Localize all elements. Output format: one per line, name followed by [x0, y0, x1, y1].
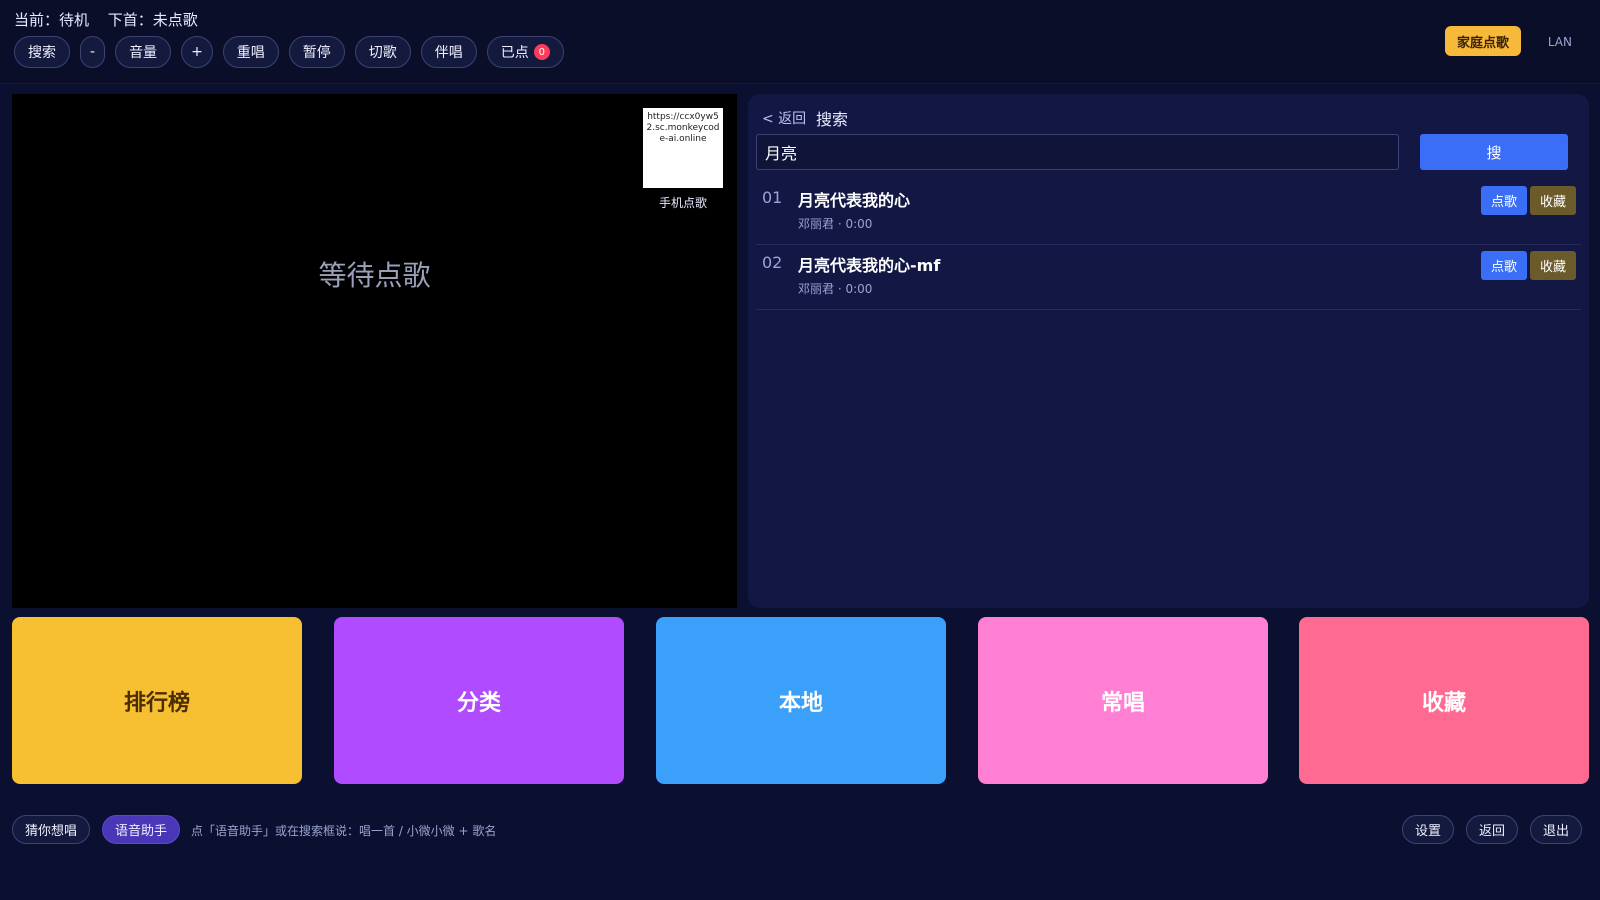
- volume-label[interactable]: 音量: [115, 36, 172, 68]
- panel-title: 搜索: [816, 110, 849, 129]
- queued-button[interactable]: 已点 0: [486, 36, 564, 68]
- skip-button[interactable]: 切歌: [354, 36, 411, 68]
- exit-button[interactable]: 退出: [1530, 815, 1583, 844]
- video-player: 等待点歌 https://ccx0yw52.sc.monkeycode-ai.o…: [12, 94, 737, 608]
- volume-down-button[interactable]: -: [80, 36, 106, 68]
- now-playing-status: 当前：待机 下首：未点歌: [14, 9, 198, 30]
- queued-label: 已点: [500, 45, 529, 61]
- queued-count-badge: 0: [533, 44, 550, 60]
- guess-button[interactable]: 猜你想唱: [12, 815, 91, 844]
- pause-button[interactable]: 暂停: [288, 36, 345, 68]
- family-song-button[interactable]: 家庭点歌: [1445, 26, 1521, 56]
- back-button[interactable]: 返回: [1466, 815, 1519, 844]
- favorite-button[interactable]: 收藏: [1530, 251, 1576, 280]
- next-status: 下首：未点歌: [107, 11, 198, 29]
- panel-back-link[interactable]: < 返回: [762, 108, 806, 128]
- search-panel: < 返回 搜索 搜 01 月亮代表我的心 邓丽君 · 0:00 点歌 收藏 02…: [748, 94, 1589, 608]
- qr-code: https://ccx0yw52.sc.monkeycode-ai.online: [643, 108, 723, 188]
- result-title: 月亮代表我的心-mf: [798, 256, 941, 275]
- current-status: 当前：待机: [14, 11, 90, 29]
- tile-frequent[interactable]: 常唱: [978, 617, 1268, 784]
- order-button[interactable]: 点歌: [1481, 186, 1527, 215]
- tile-category[interactable]: 分类: [334, 617, 624, 784]
- category-tiles: 排行榜 分类 本地 常唱 收藏: [12, 617, 1589, 784]
- favorite-button[interactable]: 收藏: [1530, 186, 1576, 215]
- search-submit-button[interactable]: 搜: [1420, 134, 1568, 170]
- result-title: 月亮代表我的心: [798, 191, 911, 210]
- result-index: 02: [762, 253, 783, 272]
- search-input[interactable]: [756, 134, 1399, 170]
- result-row: 02 月亮代表我的心-mf 邓丽君 · 0:00 点歌 收藏: [756, 245, 1581, 310]
- voice-hint: 点「语音助手」或在搜索框说：唱一首 / 小微小微 + 歌名: [191, 824, 497, 838]
- result-index: 01: [762, 188, 783, 207]
- result-row: 01 月亮代表我的心 邓丽君 · 0:00 点歌 收藏: [756, 180, 1581, 245]
- search-button[interactable]: 搜索: [14, 36, 70, 68]
- network-status: LAN: [1547, 35, 1572, 49]
- tile-ranking[interactable]: 排行榜: [12, 617, 302, 784]
- bottom-bar: 猜你想唱 语音助手 点「语音助手」或在搜索框说：唱一首 / 小微小微 + 歌名 …: [0, 800, 1600, 900]
- volume-up-button[interactable]: +: [181, 36, 213, 68]
- waiting-text: 等待点歌: [318, 259, 431, 292]
- replay-button[interactable]: 重唱: [222, 36, 279, 68]
- result-meta: 邓丽君 · 0:00: [798, 217, 873, 231]
- control-toolbar: 搜索 - 音量 + 重唱 暂停 切歌 伴唱 已点 0: [14, 36, 564, 68]
- order-button[interactable]: 点歌: [1481, 251, 1527, 280]
- top-bar: 当前：待机 下首：未点歌 搜索 - 音量 + 重唱 暂停 切歌 伴唱 已点 0 …: [0, 0, 1600, 84]
- voice-assistant-button[interactable]: 语音助手: [102, 815, 181, 844]
- result-list: 01 月亮代表我的心 邓丽君 · 0:00 点歌 收藏 02 月亮代表我的心-m…: [756, 180, 1581, 310]
- accompany-button[interactable]: 伴唱: [420, 36, 477, 68]
- settings-button[interactable]: 设置: [1402, 815, 1455, 844]
- tile-local[interactable]: 本地: [656, 617, 946, 784]
- qr-label: 手机点歌: [658, 196, 707, 210]
- result-meta: 邓丽君 · 0:00: [798, 282, 873, 296]
- tile-favorites[interactable]: 收藏: [1299, 617, 1589, 784]
